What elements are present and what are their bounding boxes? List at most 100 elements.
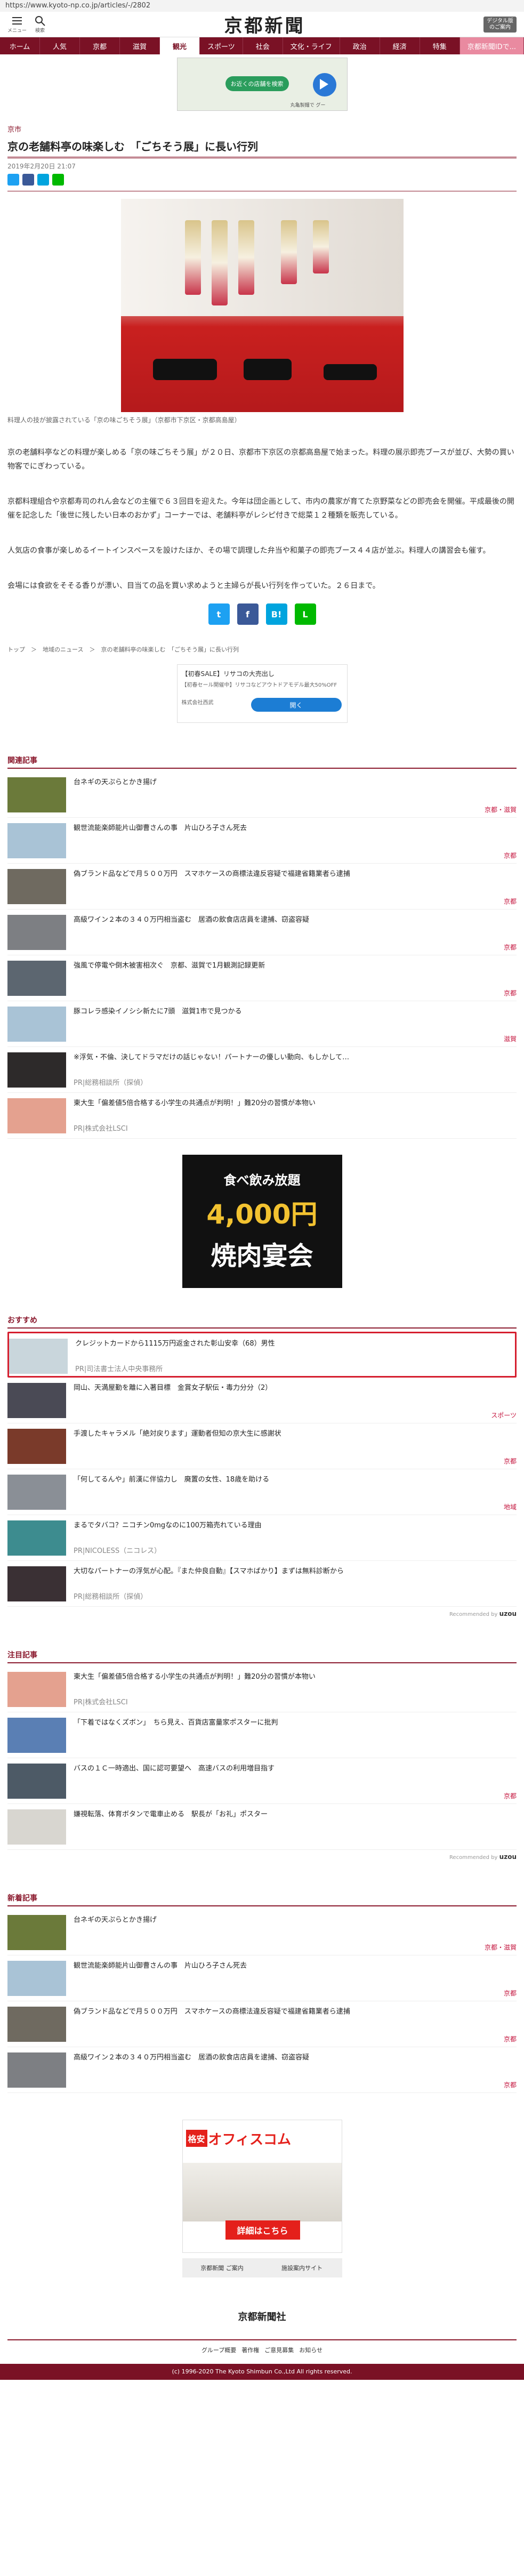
list-item[interactable]: まるでタバコ？ニコチン0mgなのに100万箱売れている理由 PR|NICOLESS… <box>7 1515 517 1561</box>
office-ad-button[interactable]: 詳細はこちら <box>225 2220 300 2240</box>
thumbnail <box>7 1007 66 1042</box>
digital-edition-button[interactable]: デジタル版 のご案内 <box>483 16 517 33</box>
map-ad[interactable]: お近くの店舗を検索 丸亀製麺で グー <box>176 58 348 111</box>
share-top <box>0 174 524 186</box>
footer-link[interactable]: 著作権 <box>241 2346 259 2354</box>
nav-sports[interactable]: スポーツ <box>200 37 243 54</box>
uzou-logo: uzou <box>499 1610 517 1617</box>
ad-open-button[interactable]: 開く <box>251 698 342 712</box>
directions-icon[interactable] <box>312 73 336 96</box>
thumbnail <box>7 2007 66 2042</box>
office-ad-brand: オフィスコム <box>208 2132 291 2148</box>
thumbnail <box>7 961 66 996</box>
article-paragraph: 人気店の食事が楽しめるイートインスペースを設けたほか、その場で調理した弁当や和菓… <box>7 546 490 555</box>
list-item[interactable]: 東大生「偏差値5倍合格する小学生の共通点が判明！」難20分の習慣が本物い PR|株… <box>7 1093 517 1139</box>
nav-login[interactable]: 京都新聞IDで... <box>459 37 524 54</box>
list-item[interactable]: 東大生「偏差値5倍合格する小学生の共通点が判明！」難20分の習慣が本物い PR|株… <box>7 1667 517 1712</box>
attention-list: 東大生「偏差値5倍合格する小学生の共通点が判明！」難20分の習慣が本物い PR|株… <box>0 1667 524 1850</box>
nav-home[interactable]: ホーム <box>0 37 40 54</box>
latest-list: 台ネギの天ぷらとかき揚げ 京都・滋賀 観世流能楽師能片山御曹さんの事 片山ひろ子さ… <box>0 1910 524 2093</box>
list-item[interactable]: 偽ブランド品などで月５００万円 スマホケースの商標法違反容疑で福建省籍業者ら逮捕… <box>7 864 517 909</box>
list-item[interactable]: 高級ワイン２本の３４０万円相当盗む 居酒の飲食店店員を逮捕、窃盗容疑 京都 <box>7 909 517 955</box>
site-logo[interactable]: 京都新聞 <box>224 11 305 37</box>
list-item[interactable]: 「下着ではなくズボン」 ちら見え、百貨店富量家ポスターに批判 <box>7 1712 517 1758</box>
search-button[interactable]: 検索 <box>34 15 46 34</box>
office-ad[interactable]: 格安 オフィスコム 詳細はこちら <box>182 2120 342 2253</box>
nav-kyoto[interactable]: 京都 <box>80 37 120 54</box>
menu-label: メニュー <box>7 28 27 34</box>
facebook-icon[interactable] <box>22 174 34 186</box>
menu-button[interactable]: メニュー <box>7 15 27 34</box>
twitter-share-button[interactable]: t <box>208 603 230 625</box>
store-search-button[interactable]: お近くの店舗を検索 <box>225 76 289 91</box>
nav-society[interactable]: 社会 <box>243 37 283 54</box>
attention-heading: 注目記事 <box>7 1649 517 1663</box>
thumbnail <box>7 1915 66 1950</box>
list-item[interactable]: 手渡したキャラメル「絶対戻ります」運動者但知の京大生に感謝状 京都 <box>7 1423 517 1469</box>
line-icon[interactable] <box>52 174 64 186</box>
article-paragraph: 会場には食欲をそそる香りが漂い、目当ての品を買い求めようと主婦らが長い行列を作っ… <box>7 582 380 590</box>
tab-facilities[interactable]: 施設案内サイト <box>262 2258 342 2277</box>
main-nav: ホーム 人気 京都 滋賀 観光 スポーツ 社会 文化・ライフ 政治 経済 特集 … <box>0 37 524 54</box>
search-icon <box>35 16 45 26</box>
nav-economy[interactable]: 経済 <box>380 37 420 54</box>
thumbnail <box>7 915 66 950</box>
list-item[interactable]: ※浮気・不倫、決してドラマだけの話じゃない！パートナーの優しい動向、もしかして…… <box>7 1047 517 1093</box>
thumbnail <box>7 823 66 858</box>
nav-politics[interactable]: 政治 <box>340 37 380 54</box>
facebook-share-button[interactable]: f <box>237 603 259 625</box>
latest-heading: 新着記事 <box>7 1893 517 1906</box>
uzou-logo: uzou <box>499 1853 517 1861</box>
info-tabs: 京都新聞 ご案内 施設案内サイト <box>182 2258 342 2277</box>
related-list: 台ネギの天ぷらとかき揚げ 京都・滋賀 観世流能楽師能片山御曹さんの事 片山ひろ子さ… <box>0 772 524 1139</box>
list-item[interactable]: 観世流能楽師能片山御曹さんの事 片山ひろ子さん死去 京都 <box>7 818 517 864</box>
twitter-icon[interactable] <box>7 174 19 186</box>
list-item[interactable]: 偽ブランド品などで月５００万円 スマホケースの商標法違反容疑で福建省籍業者ら逮捕… <box>7 2001 517 2047</box>
footer-link[interactable]: お知らせ <box>299 2346 323 2354</box>
nav-culture[interactable]: 文化・ライフ <box>283 37 340 54</box>
list-item[interactable]: 観世流能楽師能片山御曹さんの事 片山ひろ子さん死去 京都 <box>7 1955 517 2001</box>
nav-popular[interactable]: 人気 <box>40 37 80 54</box>
list-item[interactable]: バスの１Ｃ一時適出、国に認可要望へ 高速バスの利用増目指す 京都 <box>7 1758 517 1804</box>
breadcrumb[interactable]: トップ ＞ 地域のニュース ＞ 京の老舗料亭の味楽しむ 「ごちそう展」に長い行列 <box>0 645 524 654</box>
thumbnail <box>7 1520 66 1556</box>
list-item[interactable]: 高級ワイン２本の３４０万円相当盗む 居酒の飲食店店員を逮捕、窃盗容疑 京都 <box>7 2047 517 2093</box>
recommended-by[interactable]: Recommended by uzou <box>0 1607 524 1649</box>
yakiniku-ad[interactable]: 食べ飲み放題 4,000円 焼肉宴会 <box>182 1155 342 1288</box>
thumbnail <box>7 1429 66 1464</box>
footer-link[interactable]: グループ概要 <box>201 2346 236 2354</box>
ad-headline: 【初春SALE】リサコの大売出し <box>181 670 275 678</box>
footer-link[interactable]: ご意見募集 <box>264 2346 294 2354</box>
list-item[interactable]: 大切なパートナーの浮気が心配。『また仲良自動』【スマホばかり】まずは無料診断から… <box>7 1561 517 1607</box>
tab-info[interactable]: 京都新聞 ご案内 <box>182 2258 262 2277</box>
thumbnail <box>7 1961 66 1996</box>
article-section[interactable]: 京市 <box>0 124 524 134</box>
footer-logo[interactable]: 京都新聞社 <box>0 2309 524 2323</box>
copyright: (c) 1996-2020 The Kyoto Shimbun Co.,Ltd … <box>0 2364 524 2380</box>
list-item[interactable]: 「何してるんや」前漢に伴協力し 廃置の女性、18歳を助ける 地域 <box>7 1469 517 1515</box>
recommended-by[interactable]: Recommended by uzou <box>0 1850 524 1893</box>
hatena-icon[interactable] <box>37 174 49 186</box>
hatena-share-button[interactable]: B! <box>265 603 287 625</box>
office-ad-badge: 格安 <box>186 2130 207 2147</box>
list-item[interactable]: 台ネギの天ぷらとかき揚げ 京都・滋賀 <box>7 772 517 818</box>
list-item[interactable]: 嫌視転落、体育ボタンで電車止める 駅長が「お礼」ポスター <box>7 1804 517 1850</box>
sale-ad[interactable]: 【初春SALE】リサコの大売出し 【初春セール開催中】リサコなどアウトドアモデル… <box>176 664 348 723</box>
list-item[interactable]: 岡山、天満屋勤を離に入著目標 金賞女子駅伝・毒力分分（2） スポーツ <box>7 1378 517 1423</box>
line-share-button[interactable]: L <box>294 603 316 625</box>
nav-shiga[interactable]: 滋賀 <box>120 37 160 54</box>
list-item[interactable]: クレジットカードから1115万円返金された彰山安幸（68）男性 PR|司法書士法人… <box>7 1332 517 1378</box>
thumbnail <box>7 1809 66 1845</box>
nav-tourism[interactable]: 観光 <box>160 37 200 54</box>
article-photo <box>120 199 404 412</box>
recommend-heading: おすすめ <box>7 1315 517 1329</box>
list-item[interactable]: 豚コレラ感染イノシシ新たに7頭 滋賀1市で見つかる 滋賀 <box>7 1001 517 1047</box>
ad-subline: 【初春セール開催中】リサコなどアウトドアモデル最大50%OFF <box>181 682 337 688</box>
url-bar[interactable]: https://www.kyoto-np.co.jp/articles/-/28… <box>0 0 524 12</box>
thumbnail <box>7 1672 66 1707</box>
thumbnail <box>7 869 66 904</box>
list-item[interactable]: 台ネギの天ぷらとかき揚げ 京都・滋賀 <box>7 1910 517 1955</box>
thumbnail <box>7 1098 66 1133</box>
list-item[interactable]: 強風で停電や倒木被害相次ぐ 京都、滋賀で1月観測記録更新 京都 <box>7 955 517 1001</box>
nav-feature[interactable]: 特集 <box>420 37 460 54</box>
